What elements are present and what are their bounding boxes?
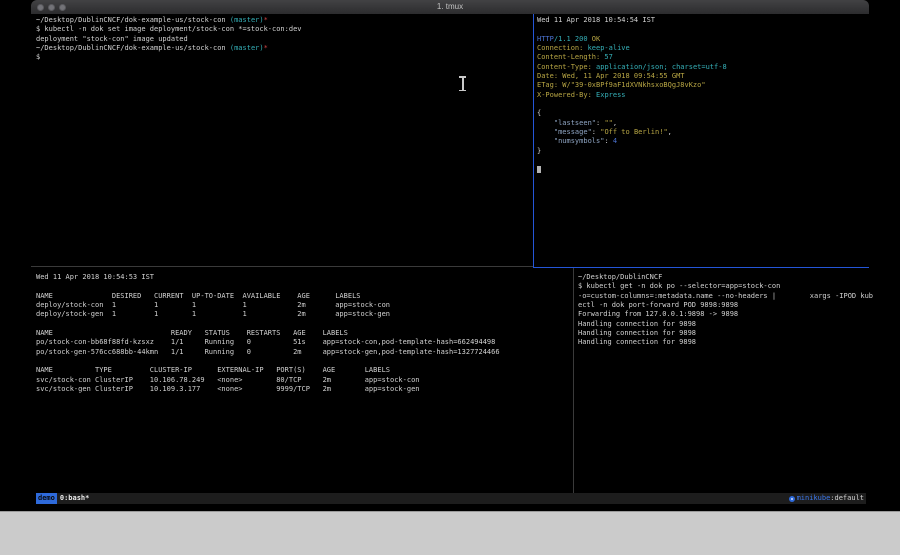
close-button[interactable] bbox=[37, 4, 44, 11]
terminal-line bbox=[537, 25, 867, 34]
terminal-line: -o=custom-columns=:metadata.name --no-he… bbox=[578, 292, 867, 301]
terminal-line: ~/Desktop/DublinCNCF bbox=[578, 273, 867, 282]
pane-top-right-http-response[interactable]: Wed 11 Apr 2018 10:54:54 IST HTTP/1.1 20… bbox=[537, 16, 867, 266]
tmux-pane-area: ~/Desktop/DublinCNCF/dok-example-us/stoc… bbox=[31, 14, 869, 493]
pane-divider-horizontal-right-active[interactable] bbox=[533, 267, 869, 268]
terminal-line bbox=[537, 100, 867, 109]
terminal-line: svc/stock-con ClusterIP 10.106.78.249 <n… bbox=[36, 376, 571, 385]
window-tab-bash[interactable]: 0:bash* bbox=[60, 493, 90, 504]
terminal-line: $ kubectl -n dok set image deployment/st… bbox=[36, 25, 531, 34]
background-strip bbox=[0, 511, 900, 555]
terminal-line: "lastseen": "", bbox=[537, 119, 867, 128]
terminal-line: ectl -n dok port-forward POD 9898:9898 bbox=[578, 301, 867, 310]
terminal-line: ETag: W/"39-0xBPf9aF1dXVNkhsxoBQgJ8vKzo" bbox=[537, 81, 867, 90]
pane-top-left-shell[interactable]: ~/Desktop/DublinCNCF/dok-example-us/stoc… bbox=[36, 16, 531, 266]
terminal-line: X-Powered-By: Express bbox=[537, 91, 867, 100]
terminal-line: { bbox=[537, 109, 867, 118]
terminal-line: Content-Type: application/json; charset=… bbox=[537, 63, 867, 72]
terminal-window: 1. tmux ~/Desktop/DublinCNCF/dok-example… bbox=[31, 0, 869, 511]
pane-divider-vertical-top-active[interactable] bbox=[533, 14, 534, 267]
terminal-line: NAME READY STATUS RESTARTS AGE LABELS bbox=[36, 329, 571, 338]
terminal-line: svc/stock-gen ClusterIP 10.109.3.177 <no… bbox=[36, 385, 571, 394]
screenshot-canvas: 1. tmux ~/Desktop/DublinCNCF/dok-example… bbox=[0, 0, 900, 555]
terminal-line bbox=[36, 282, 571, 291]
zoom-button[interactable] bbox=[59, 4, 66, 11]
status-bar-right: minikube :default bbox=[789, 493, 864, 504]
pane-divider-vertical-bottom[interactable] bbox=[573, 268, 574, 493]
terminal-line: Forwarding from 127.0.0.1:9898 -> 9898 bbox=[578, 310, 867, 319]
terminal-line bbox=[36, 357, 571, 366]
pane-bottom-left-kubectl-resources[interactable]: Wed 11 Apr 2018 10:54:53 IST NAME DESIRE… bbox=[36, 273, 571, 491]
terminal-line: deploy/stock-gen 1 1 1 1 2m app=stock-ge… bbox=[36, 310, 571, 319]
terminal-line: Wed 11 Apr 2018 10:54:53 IST bbox=[36, 273, 571, 282]
terminal-line: Content-Length: 57 bbox=[537, 53, 867, 62]
terminal-line: HTTP/1.1 200 OK bbox=[537, 35, 867, 44]
terminal-line: deployment "stock-con" image updated bbox=[36, 35, 531, 44]
terminal-line: "numsymbols": 4 bbox=[537, 137, 867, 146]
terminal-line: $ kubectl get -n dok po --selector=app=s… bbox=[578, 282, 867, 291]
pane-divider-horizontal-left[interactable] bbox=[31, 266, 533, 267]
terminal-line: Wed 11 Apr 2018 10:54:54 IST bbox=[537, 16, 867, 25]
kubernetes-helm-wheel-icon bbox=[789, 496, 795, 502]
terminal-line: ~/Desktop/DublinCNCF/dok-example-us/stoc… bbox=[36, 44, 531, 53]
window-titlebar[interactable]: 1. tmux bbox=[31, 0, 869, 14]
tmux-status-bar: demo 0:bash* minikube :default bbox=[36, 493, 866, 504]
mouse-ibeam-cursor-icon bbox=[458, 76, 467, 91]
minimize-button[interactable] bbox=[48, 4, 55, 11]
terminal-line bbox=[537, 156, 867, 165]
terminal-line: Handling connection for 9898 bbox=[578, 329, 867, 338]
session-name-badge[interactable]: demo bbox=[36, 493, 57, 504]
terminal-line bbox=[36, 320, 571, 329]
terminal-line: po/stock-con-bb68f88fd-kzsxz 1/1 Running… bbox=[36, 338, 571, 347]
terminal-line: "message": "Off to Berlin!", bbox=[537, 128, 867, 137]
terminal-line: Handling connection for 9898 bbox=[578, 338, 867, 347]
terminal-line: ~/Desktop/DublinCNCF/dok-example-us/stoc… bbox=[36, 16, 531, 25]
terminal-line: NAME TYPE CLUSTER-IP EXTERNAL-IP PORT(S)… bbox=[36, 366, 571, 375]
kube-namespace-label: :default bbox=[830, 493, 864, 504]
terminal-line: Connection: keep-alive bbox=[537, 44, 867, 53]
terminal-line: $ bbox=[36, 53, 531, 62]
terminal-line: NAME DESIRED CURRENT UP-TO-DATE AVAILABL… bbox=[36, 292, 571, 301]
terminal-line: } bbox=[537, 147, 867, 156]
terminal-line: Handling connection for 9898 bbox=[578, 320, 867, 329]
terminal-line bbox=[537, 166, 867, 176]
terminal-line: po/stock-gen-576cc688bb-44kmn 1/1 Runnin… bbox=[36, 348, 571, 357]
status-bar-left: demo 0:bash* bbox=[36, 493, 89, 504]
terminal-line: Date: Wed, 11 Apr 2018 09:54:55 GMT bbox=[537, 72, 867, 81]
window-title: 1. tmux bbox=[31, 0, 869, 14]
terminal-line: deploy/stock-con 1 1 1 1 2m app=stock-co… bbox=[36, 301, 571, 310]
pane-bottom-right-port-forward[interactable]: ~/Desktop/DublinCNCF$ kubectl get -n dok… bbox=[578, 273, 867, 491]
kube-context-label: minikube bbox=[797, 493, 831, 504]
window-controls bbox=[37, 0, 66, 14]
